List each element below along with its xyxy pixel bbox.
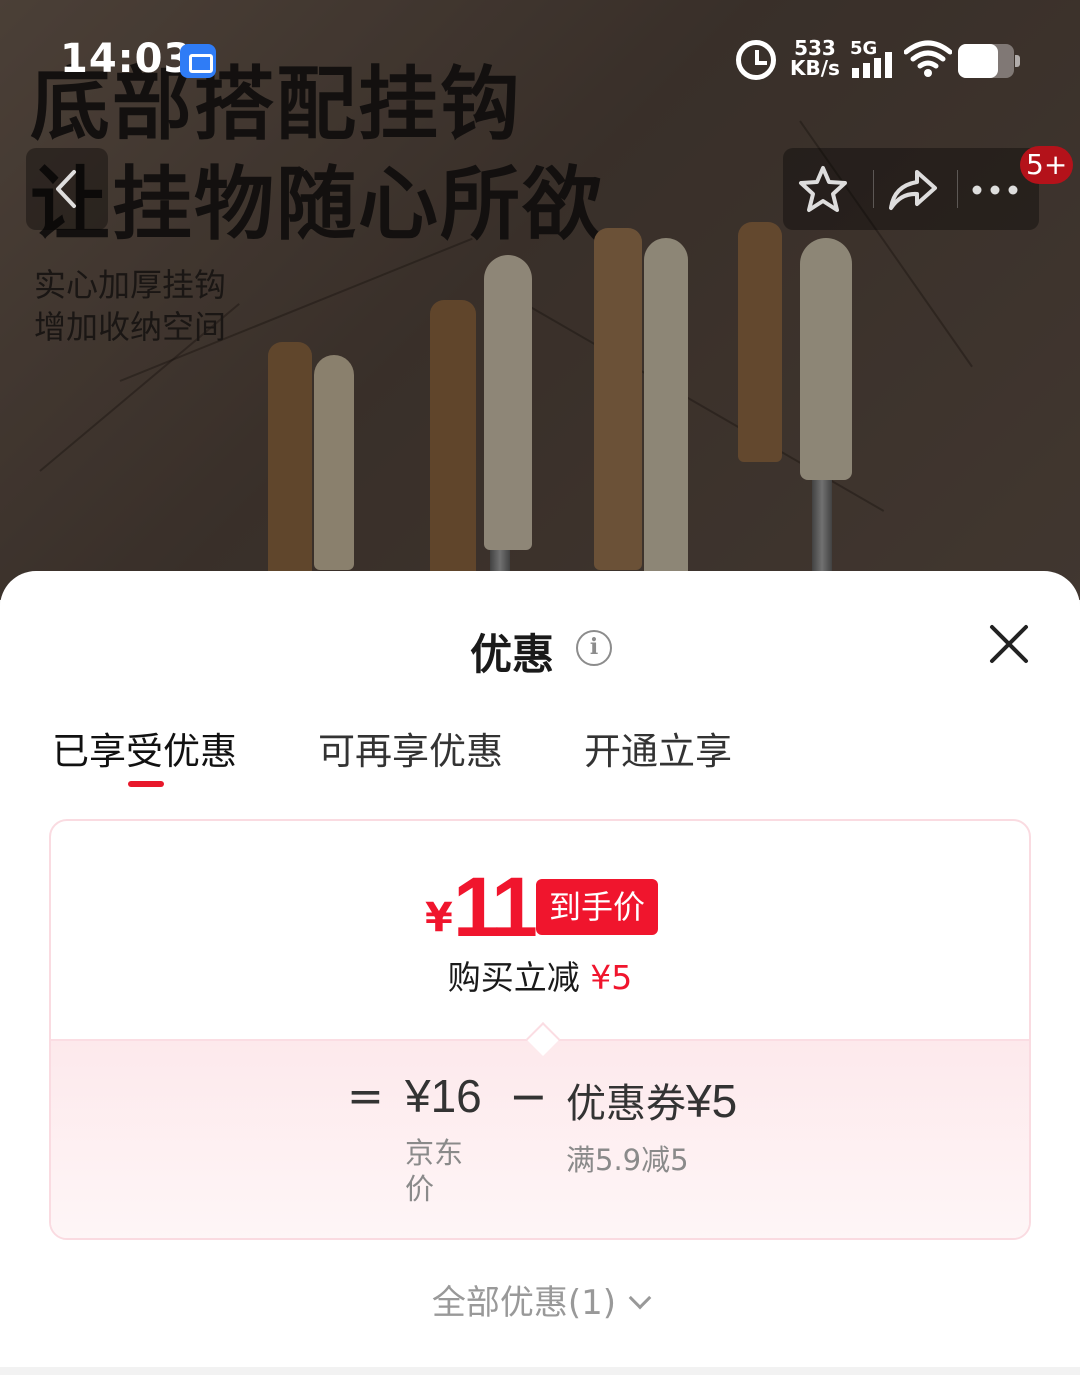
screen-capture-app-icon — [180, 44, 216, 78]
jd-price: ¥16 — [405, 1070, 482, 1122]
instant-discount-label: 购买立减 — [447, 958, 580, 997]
coupon-rule: 满5.9减5 — [566, 1143, 689, 1177]
top-actions — [783, 148, 1039, 230]
final-price-row: ¥ 11 到手价 — [51, 860, 1029, 954]
price-breakdown-card: ¥ 11 到手价 购买立减 ¥5 = ¥16 京东价 − 优惠券¥5 满5.9减… — [49, 819, 1031, 1240]
back-button[interactable] — [26, 148, 108, 230]
status-bar: 14:03 533 KB/s 5G — [0, 0, 1080, 120]
instant-discount-amount: ¥5 — [590, 958, 633, 997]
coupon-label: 优惠券 — [566, 1081, 686, 1127]
instant-discount-line: 购买立减 ¥5 — [51, 951, 1029, 999]
signal-icon — [852, 52, 896, 78]
tab-enjoyed-offers[interactable]: 已享受优惠 — [52, 721, 237, 775]
more-icon[interactable] — [967, 164, 1023, 214]
price-calculation: = ¥16 京东价 − 优惠券¥5 满5.9减5 — [51, 1022, 1029, 1238]
battery-icon — [958, 44, 1020, 78]
share-icon[interactable] — [885, 164, 941, 214]
minus-sign: − — [509, 1069, 548, 1123]
currency-symbol: ¥ — [425, 895, 453, 941]
wifi-icon — [904, 40, 952, 77]
star-icon[interactable] — [795, 164, 851, 214]
network-speed-value: 533 — [794, 36, 836, 60]
alarm-icon — [736, 40, 776, 80]
jd-price-label: 京东价 — [405, 1136, 464, 1206]
final-price-tag: 到手价 — [536, 879, 658, 935]
chevron-down-icon — [628, 1286, 652, 1310]
coupon-discount: 优惠券¥5 — [566, 1071, 737, 1129]
chevron-left-icon — [56, 170, 76, 208]
active-tab-indicator — [128, 781, 164, 787]
equals-sign: = — [347, 1071, 384, 1122]
all-offers-toggle[interactable]: 全部优惠(1) — [0, 1275, 1080, 1324]
tab-activate-offers[interactable]: 开通立享 — [584, 721, 732, 775]
tab-more-offers[interactable]: 可再享优惠 — [318, 721, 503, 775]
final-price: 11 — [453, 860, 538, 954]
status-time: 14:03 — [60, 36, 193, 82]
all-offers-label: 全部优惠(1) — [431, 1283, 617, 1323]
message-count-badge: 5+ — [1020, 146, 1074, 184]
network-speed: 533 KB/s — [790, 38, 840, 78]
coupon-amount: ¥5 — [686, 1075, 738, 1127]
info-icon[interactable]: i — [576, 630, 612, 666]
offers-bottom-sheet: 优惠 i 已享受优惠 可再享优惠 开通立享 ¥ 11 到手价 购买立减 ¥5 =… — [0, 571, 1080, 1367]
close-icon[interactable] — [986, 621, 1032, 667]
sheet-title: 优惠 — [470, 630, 555, 679]
network-speed-unit: KB/s — [790, 56, 840, 80]
